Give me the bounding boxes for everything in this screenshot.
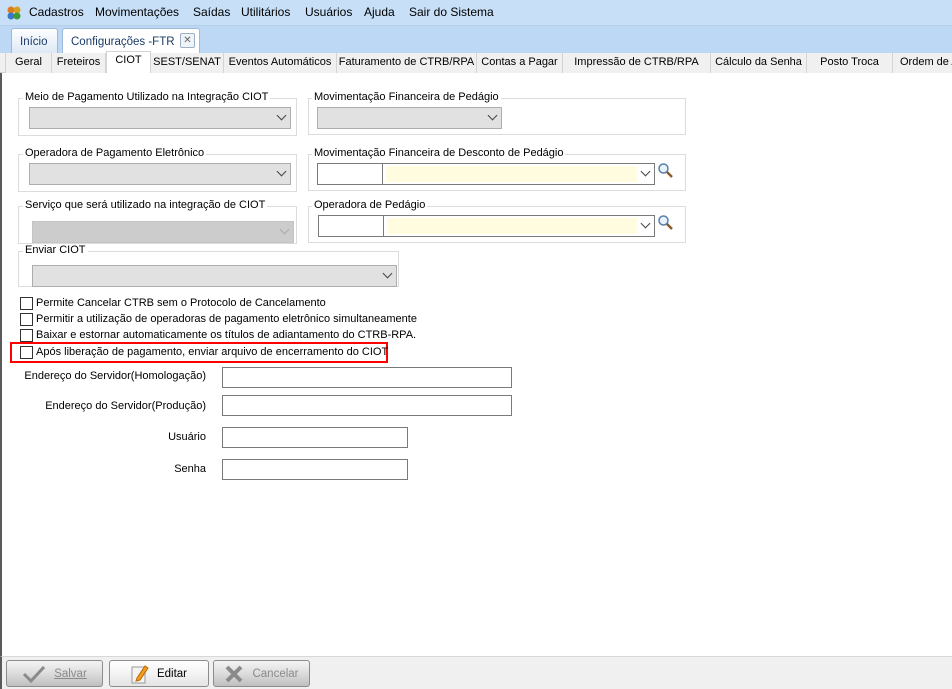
tab-inicio-label: Início (20, 36, 48, 48)
chevron-down-icon (279, 224, 290, 235)
chevron-down-icon[interactable] (640, 166, 651, 177)
group-label: Serviço que será utilizado na integração… (23, 199, 268, 211)
tab-inicio[interactable]: Início (11, 28, 58, 53)
description-input[interactable] (386, 166, 637, 182)
menu-ajuda[interactable]: Ajuda (364, 5, 395, 19)
usuario-label: Usuário (168, 431, 206, 443)
description-input[interactable] (387, 218, 637, 234)
search-icon[interactable] (657, 214, 674, 231)
tab-posto-troca[interactable]: Posto Troca (807, 53, 893, 73)
search-icon[interactable] (657, 162, 674, 179)
cancelar-label: Cancelar (252, 667, 299, 680)
checkbox-label: Permite Cancelar CTRB sem o Protocolo de… (36, 297, 326, 309)
tab-ordem[interactable]: Ordem de A (893, 53, 952, 73)
settings-tabs: Geral Freteiros CIOT SEST/SENAT Eventos … (0, 51, 952, 74)
operadora-pagamento-select[interactable] (29, 163, 291, 185)
tab-eventos-automaticos[interactable]: Eventos Automáticos (224, 53, 337, 73)
editar-label: Editar (156, 667, 188, 680)
group-enviar-ciot: Enviar CIOT (18, 244, 399, 287)
app-logo-icon (7, 6, 21, 20)
group-label: Operadora de Pagamento Eletrônico (23, 147, 207, 159)
tab-ciot[interactable]: CIOT (106, 51, 151, 74)
group-servico: Serviço que será utilizado na integração… (18, 199, 297, 244)
tab-freteiros[interactable]: Freteiros (52, 53, 106, 73)
tab-faturamento[interactable]: Faturamento de CTRB/RPA (337, 53, 477, 73)
chevron-down-icon (276, 166, 287, 177)
producao-label: Endereço do Servidor(Produção) (45, 400, 206, 412)
menu-bar: Cadastros Movimentações Saídas Utilitári… (0, 0, 952, 26)
tab-geral[interactable]: Geral (5, 53, 52, 73)
usuario-input[interactable] (222, 427, 408, 448)
menu-sair[interactable]: Sair do Sistema (409, 5, 494, 19)
menu-cadastros[interactable]: Cadastros (29, 5, 84, 19)
group-label: Meio de Pagamento Utilizado na Integraçã… (23, 91, 271, 103)
group-mov-fin-desconto: Movimentação Financeira de Desconto de P… (308, 147, 686, 191)
salvar-label: Salvar (54, 667, 87, 680)
group-label: Operadora de Pedágio (312, 199, 428, 211)
close-tab-icon[interactable]: ✕ (180, 33, 195, 48)
document-tabs: Início Configurações -FTR ✕ (0, 26, 952, 53)
chevron-down-icon (276, 110, 287, 121)
checkbox-label: Permitir a utilização de operadoras de p… (36, 313, 417, 325)
tab-configuracoes-label: Configurações -FTR (71, 36, 175, 48)
group-label: Enviar CIOT (23, 244, 88, 256)
tab-sest-senat[interactable]: SEST/SENAT (151, 53, 224, 73)
homologacao-label: Endereço do Servidor(Homologação) (24, 370, 206, 382)
senha-label: Senha (174, 463, 206, 475)
chevron-down-icon (382, 268, 393, 279)
menu-utilitarios[interactable]: Utilitários (241, 5, 290, 19)
menu-usuarios[interactable]: Usuários (305, 5, 352, 19)
enviar-ciot-select[interactable] (32, 265, 397, 287)
senha-input[interactable] (222, 459, 408, 480)
homologacao-input[interactable] (222, 367, 512, 388)
group-operadora-pagamento: Operadora de Pagamento Eletrônico (18, 147, 297, 192)
checkbox-permite-cancelar[interactable] (20, 297, 33, 310)
chevron-down-icon (487, 110, 498, 121)
chevron-down-icon[interactable] (640, 218, 651, 229)
group-label: Movimentação Financeira de Pedágio (312, 91, 501, 103)
code-input[interactable] (319, 216, 384, 236)
checkbox-label: Após liberação de pagamento, enviar arqu… (36, 346, 389, 358)
action-bar: Salvar Editar Cancelar (0, 656, 952, 689)
checkbox-enviar-encerramento[interactable] (20, 346, 33, 359)
cancelar-button[interactable]: Cancelar (213, 660, 310, 687)
menu-saidas[interactable]: Saídas (193, 5, 230, 19)
checkbox-baixar-estornar[interactable] (20, 329, 33, 342)
group-meio-pagamento: Meio de Pagamento Utilizado na Integraçã… (18, 91, 297, 136)
tab-impressao[interactable]: Impressão de CTRB/RPA (563, 53, 711, 73)
group-label: Movimentação Financeira de Desconto de P… (312, 147, 566, 159)
servico-select (32, 221, 294, 243)
producao-input[interactable] (222, 395, 512, 416)
mov-fin-pedagio-select[interactable] (317, 107, 502, 129)
menu-movimentacoes[interactable]: Movimentações (95, 5, 179, 19)
cancel-x-icon (226, 665, 243, 682)
checkbox-label: Baixar e estornar automaticamente os tít… (36, 329, 417, 341)
code-input[interactable] (318, 164, 383, 184)
ciot-panel: Meio de Pagamento Utilizado na Integraçã… (0, 73, 952, 656)
checkbox-operadoras-simultaneamente[interactable] (20, 313, 33, 326)
group-mov-fin-pedagio: Movimentação Financeira de Pedágio (308, 91, 686, 135)
group-operadora-pedagio: Operadora de Pedágio (308, 199, 686, 243)
editar-button[interactable]: Editar (109, 660, 209, 687)
edit-pencil-icon (131, 664, 149, 683)
mov-fin-desconto-combo[interactable] (317, 163, 655, 185)
tab-contas-a-pagar[interactable]: Contas a Pagar (477, 53, 563, 73)
checkmark-icon (23, 665, 46, 683)
salvar-button[interactable]: Salvar (6, 660, 103, 687)
meio-pagamento-select[interactable] (29, 107, 291, 129)
tab-calculo-senha[interactable]: Cálculo da Senha (711, 53, 807, 73)
operadora-pedagio-combo[interactable] (318, 215, 655, 237)
tab-configuracoes[interactable]: Configurações -FTR ✕ (62, 28, 200, 53)
